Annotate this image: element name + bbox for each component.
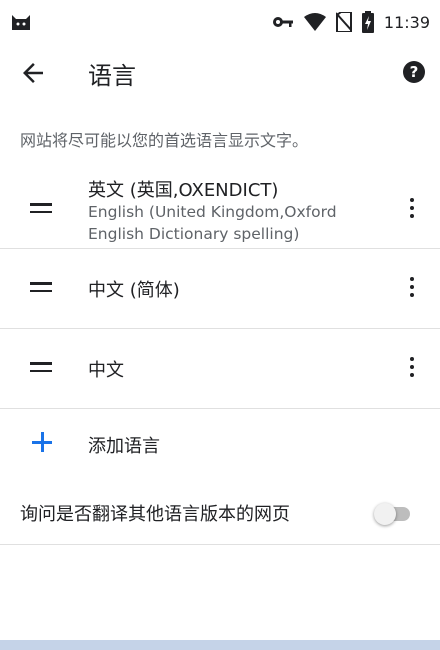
status-bar: 11:39 — [0, 0, 440, 44]
status-icons: 11:39 — [272, 11, 430, 33]
translate-setting-label: 询问是否翻译其他语言版本的网页 — [20, 504, 290, 525]
help-icon[interactable]: ? — [402, 60, 426, 84]
android-cat-icon — [12, 15, 30, 30]
description-text: 网站将尽可能以您的首选语言显示文字。 — [20, 131, 309, 150]
more-options-icon[interactable] — [408, 277, 416, 301]
bottom-edge — [0, 640, 440, 650]
translate-setting-row[interactable]: 询问是否翻译其他语言版本的网页 — [0, 480, 440, 545]
more-options-icon[interactable] — [408, 357, 416, 381]
language-subtitle-line-2: English Dictionary spelling) — [88, 225, 300, 243]
translate-toggle-switch[interactable] — [374, 502, 412, 526]
language-row-chinese[interactable]: 中文 — [0, 329, 440, 409]
drag-handle-icon[interactable] — [30, 282, 52, 296]
language-row-chinese-simplified[interactable]: 中文 (简体) — [0, 249, 440, 329]
status-time: 11:39 — [383, 12, 430, 32]
language-row-english[interactable]: 英文 (英国,OXENDICT) English (United Kingdom… — [0, 166, 440, 249]
svg-text:?: ? — [410, 63, 419, 81]
app-bar: 语言 ? — [0, 44, 440, 100]
language-subtitle-line-1: English (United Kingdom,Oxford — [88, 203, 337, 221]
more-options-icon[interactable] — [408, 198, 416, 222]
wifi-icon — [303, 13, 326, 31]
toggle-thumb — [374, 503, 396, 525]
key-icon — [272, 17, 293, 27]
language-name: 中文 — [88, 360, 124, 381]
drag-handle-icon[interactable] — [30, 362, 52, 376]
no-sim-icon — [335, 12, 352, 32]
add-icon — [32, 432, 52, 452]
drag-handle-icon[interactable] — [30, 203, 52, 217]
language-name: 中文 (简体) — [88, 280, 180, 301]
arrow-back-icon[interactable] — [18, 58, 48, 88]
battery-charging-icon — [361, 11, 374, 33]
language-name: 英文 (英国,OXENDICT) — [88, 180, 279, 201]
add-language-label: 添加语言 — [88, 436, 160, 457]
page-title: 语言 — [88, 62, 136, 90]
